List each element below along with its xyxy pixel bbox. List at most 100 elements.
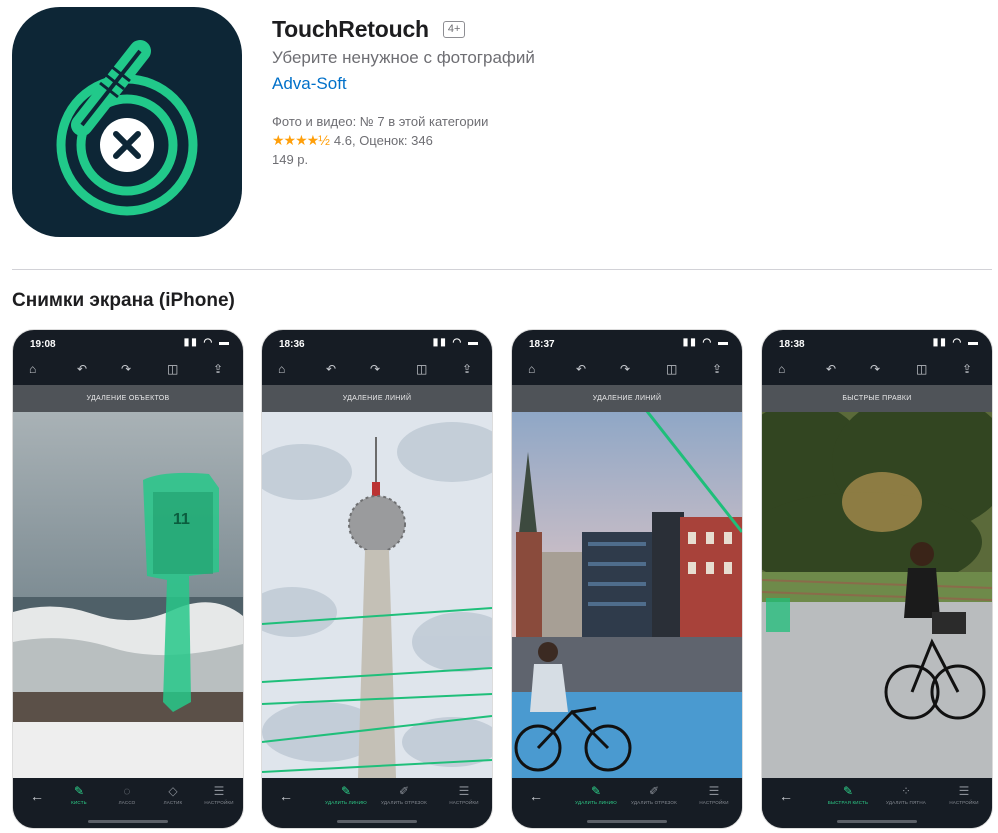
- tool-brush[interactable]: ✎ КИСТЬ: [55, 784, 103, 805]
- status-bar: 18:37 ▮▮ ◠ ▬: [512, 330, 742, 356]
- undo-icon: ↶: [826, 362, 837, 376]
- tool-settings[interactable]: ☰ НАСТРОЙКИ: [440, 784, 488, 805]
- redo-icon: ↷: [370, 362, 381, 376]
- eraser-icon: ◇: [168, 784, 178, 798]
- tool-label: ЛАССО: [118, 800, 136, 805]
- photo-city-bicycle: [512, 412, 742, 778]
- bottom-toolbar: ← ✎ БЫСТРАЯ КИСТЬ ⁘ УДАЛИТЬ ПЯТНА ☰ НАСТ…: [762, 778, 992, 828]
- rating-row: ★★★★½ 4.6, Оценок: 346: [272, 131, 535, 150]
- home-icon: ⌂: [278, 362, 286, 376]
- mode-banner: УДАЛЕНИЕ ЛИНИЙ: [262, 385, 492, 412]
- divider: [12, 269, 992, 270]
- signal-wifi-battery-icon: ▮▮ ◠ ▬: [682, 337, 730, 348]
- bottom-toolbar: ← ✎ УДАЛИТЬ ЛИНИЮ ✐ УДАЛИТЬ ОТРЕЗОК ☰ НА…: [262, 778, 492, 828]
- compare-icon: ◫: [666, 362, 678, 376]
- segment-remover-icon: ✐: [648, 784, 660, 798]
- tool-label: УДАЛИТЬ ЛИНИЮ: [325, 800, 367, 805]
- tool-blemish-remover[interactable]: ⁘ УДАЛИТЬ ПЯТНА: [882, 784, 930, 805]
- top-toolbar: ⌂ ↶ ↷ ◫ ⇪: [262, 358, 492, 384]
- quick-repair-icon: ✎: [842, 784, 854, 798]
- tool-lasso[interactable]: ◌ ЛАССО: [103, 784, 151, 805]
- touchretouch-logo-icon: [56, 40, 198, 216]
- tool-label: УДАЛИТЬ ЛИНИЮ: [575, 800, 617, 805]
- status-time: 18:37: [529, 339, 555, 350]
- share-icon: ⇪: [962, 362, 973, 376]
- home-icon: ⌂: [778, 362, 786, 376]
- segment-remover-icon: ✐: [398, 784, 410, 798]
- back-icon[interactable]: ←: [529, 788, 543, 804]
- mode-banner: БЫСТРЫЕ ПРАВКИ: [762, 385, 992, 412]
- tool-segment-remover[interactable]: ✐ УДАЛИТЬ ОТРЕЗОК: [630, 784, 678, 805]
- undo-icon: ↶: [77, 362, 88, 376]
- category-rank: Фото и видео: № 7 в этой категории: [272, 114, 489, 129]
- signal-wifi-battery-icon: ▮▮ ◠ ▬: [183, 337, 231, 348]
- screenshot-2[interactable]: 18:36 ▮▮ ◠ ▬ ⌂ ↶ ↷ ◫ ⇪ УДАЛЕНИЕ ЛИНИЙ ← …: [261, 329, 493, 829]
- redo-icon: ↷: [121, 362, 132, 376]
- undo-icon: ↶: [326, 362, 337, 376]
- tool-label: НАСТРОЙКИ: [699, 800, 729, 805]
- screenshots-heading: Снимки экрана (iPhone): [12, 290, 235, 311]
- tool-label: НАСТРОЙКИ: [204, 800, 234, 805]
- app-title: TouchRetouch: [272, 16, 429, 42]
- app-info: TouchRetouch 4+ Уберите ненужное с фотог…: [272, 16, 535, 169]
- status-time: 18:36: [279, 339, 305, 350]
- tool-quick-repair[interactable]: ✎ БЫСТРАЯ КИСТЬ: [824, 784, 872, 805]
- settings-icon: ☰: [213, 784, 225, 798]
- signal-wifi-battery-icon: ▮▮ ◠ ▬: [432, 337, 480, 348]
- top-toolbar: ⌂ ↶ ↷ ◫ ⇪: [762, 358, 992, 384]
- line-remover-icon: ✎: [340, 784, 352, 798]
- screenshot-1[interactable]: 19:08 ▮▮ ◠ ▬ ⌂ ↶ ↷ ◫ ⇪ УДАЛЕНИЕ ОБЪЕКТОВ…: [12, 329, 244, 829]
- redo-icon: ↷: [620, 362, 631, 376]
- tool-label: НАСТРОЙКИ: [449, 800, 479, 805]
- tool-label: КИСТЬ: [71, 800, 87, 805]
- line-remover-icon: ✎: [590, 784, 602, 798]
- lasso-icon: ◌: [123, 784, 131, 798]
- tool-settings[interactable]: ☰ НАСТРОЙКИ: [195, 784, 243, 805]
- home-icon: ⌂: [528, 362, 536, 376]
- back-icon[interactable]: ←: [30, 788, 44, 804]
- top-toolbar: ⌂ ↶ ↷ ◫ ⇪: [13, 358, 243, 384]
- home-indicator: [337, 820, 417, 823]
- compare-icon: ◫: [167, 362, 179, 376]
- home-indicator: [88, 820, 168, 823]
- status-time: 18:38: [779, 339, 805, 350]
- tool-segment-remover[interactable]: ✐ УДАЛИТЬ ОТРЕЗОК: [380, 784, 428, 805]
- top-toolbar: ⌂ ↶ ↷ ◫ ⇪: [512, 358, 742, 384]
- compare-icon: ◫: [416, 362, 428, 376]
- tool-line-remover[interactable]: ✎ УДАЛИТЬ ЛИНИЮ: [572, 784, 620, 805]
- age-rating-badge: 4+: [442, 21, 466, 38]
- signal-wifi-battery-icon: ▮▮ ◠ ▬: [932, 337, 980, 348]
- photo-cyclist-park: [762, 412, 992, 778]
- compare-icon: ◫: [916, 362, 928, 376]
- screenshot-4[interactable]: 18:38 ▮▮ ◠ ▬ ⌂ ↶ ↷ ◫ ⇪ БЫСТРЫЕ ПРАВКИ ← …: [761, 329, 993, 829]
- bottom-toolbar: ← ✎ КИСТЬ ◌ ЛАССО ◇ ЛАСТИК ☰ НАСТРОЙКИ: [13, 778, 243, 828]
- tool-eraser[interactable]: ◇ ЛАСТИК: [149, 784, 197, 805]
- settings-icon: ☰: [958, 784, 970, 798]
- status-bar: 19:08 ▮▮ ◠ ▬: [13, 330, 243, 356]
- share-icon: ⇪: [712, 362, 723, 376]
- back-icon[interactable]: ←: [279, 788, 293, 804]
- rating-count: , Оценок: 346: [351, 133, 433, 148]
- status-bar: 18:38 ▮▮ ◠ ▬: [762, 330, 992, 356]
- redo-icon: ↷: [870, 362, 881, 376]
- app-icon: [12, 7, 242, 237]
- tool-settings[interactable]: ☰ НАСТРОЙКИ: [690, 784, 738, 805]
- developer-link[interactable]: Adva-Soft: [272, 74, 347, 94]
- tool-label: УДАЛИТЬ ОТРЕЗОК: [381, 800, 427, 805]
- home-icon: ⌂: [29, 362, 37, 376]
- screenshot-3[interactable]: 18:37 ▮▮ ◠ ▬ ⌂ ↶ ↷ ◫ ⇪ УДАЛЕНИЕ ЛИНИЙ ← …: [511, 329, 743, 829]
- bottom-toolbar: ← ✎ УДАЛИТЬ ЛИНИЮ ✐ УДАЛИТЬ ОТРЕЗОК ☰ НА…: [512, 778, 742, 828]
- tool-label: УДАЛИТЬ ПЯТНА: [885, 800, 927, 805]
- svg-text:11: 11: [173, 511, 190, 528]
- back-icon[interactable]: ←: [779, 788, 793, 804]
- home-indicator: [837, 820, 917, 823]
- tool-settings[interactable]: ☰ НАСТРОЙКИ: [940, 784, 988, 805]
- tool-label: БЫСТРАЯ КИСТЬ: [827, 800, 869, 805]
- share-icon: ⇪: [213, 362, 224, 376]
- app-subtitle: Уберите ненужное с фотографий: [272, 48, 535, 67]
- rating-stars-icon: ★★★★½: [272, 132, 330, 148]
- rating-value: 4.6: [333, 133, 352, 148]
- price: 149 р.: [272, 152, 309, 167]
- tool-line-remover[interactable]: ✎ УДАЛИТЬ ЛИНИЮ: [322, 784, 370, 805]
- status-bar: 18:36 ▮▮ ◠ ▬: [262, 330, 492, 356]
